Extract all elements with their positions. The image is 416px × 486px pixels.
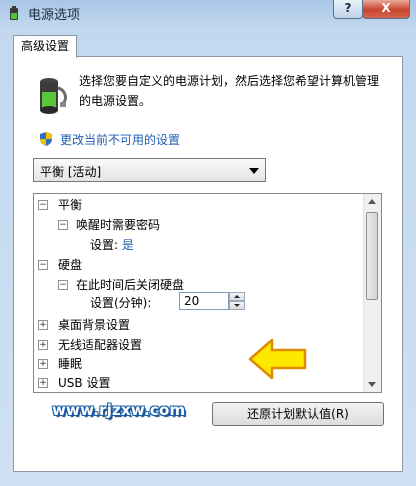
tree-item-label: 在此时间后关闭硬盘 [76,278,185,292]
title-bar[interactable]: 电源选项 ? X [0,0,416,28]
scroll-down-arrow-icon[interactable] [368,382,376,387]
help-button[interactable]: ? [333,0,363,19]
collapse-icon[interactable]: − [58,220,68,230]
collapse-icon[interactable]: − [58,280,68,290]
change-unavailable-settings-link[interactable]: 更改当前不可用的设置 [60,131,180,148]
settings-tree[interactable]: − 平衡 − 唤醒时需要密码 设置: 是 − 硬盘 − 在此时间后关闭硬盘 设置… [33,193,382,393]
battery-icon [40,78,67,114]
spin-up-button[interactable] [229,292,245,301]
chevron-down-icon [249,168,259,174]
expand-icon[interactable]: + [38,320,48,330]
power-options-icon [10,6,18,20]
setting-label: 设置(分钟): [90,296,152,310]
advanced-settings-panel: 选择您要自定义的电源计划，然后选择您希望计算机管理的电源设置。 更改当前不可用的… [13,56,403,472]
watermark-text: www.rjzxw.com [52,401,186,419]
expand-icon[interactable]: + [38,359,48,369]
expand-icon[interactable]: + [38,340,48,350]
expand-icon[interactable]: + [38,378,48,388]
tree-item-label: 睡眠 [58,357,83,371]
collapse-icon[interactable]: − [38,200,48,210]
setting-value-link[interactable]: 是 [122,238,134,252]
tree-item-wake-password-setting[interactable]: 设置: 是 [90,235,134,255]
window-title: 电源选项 [28,8,81,23]
tree-item-label: 唤醒时需要密码 [76,218,161,232]
tree-item-label: 硬盘 [58,258,83,272]
yellow-arrow-annotation [248,338,307,380]
tree-item-disk-minutes-setting: 设置(分钟): [90,293,151,313]
power-options-window: 电源选项 ? X 高级设置 选择您要自定义的电源计划，然后选择您希望计算机管理的… [0,0,416,486]
tree-item-label: 桌面背景设置 [58,318,131,332]
tab-advanced-settings[interactable]: 高级设置 [13,35,77,58]
spin-down-button[interactable] [229,301,245,310]
scroll-up-arrow-icon[interactable] [368,199,376,204]
power-plan-select[interactable]: 平衡 [活动] [33,158,266,182]
collapse-icon[interactable]: − [38,260,48,270]
tree-item-label: 平衡 [58,198,83,212]
power-plan-select-value: 平衡 [活动] [40,165,102,179]
scrollbar-thumb[interactable] [366,212,378,300]
tree-scrollbar[interactable] [363,194,381,392]
setting-label: 设置: [90,238,119,252]
tree-item-label: 无线适配器设置 [58,338,143,352]
minutes-spin-input[interactable]: 20 [179,292,229,310]
intro-text: 选择您要自定义的电源计划，然后选择您希望计算机管理的电源设置。 [79,74,380,108]
uac-shield-icon [40,132,52,146]
close-button[interactable]: X [362,0,410,19]
tree-item-label: USB 设置 [58,376,111,390]
restore-defaults-button[interactable]: 还原计划默认值(R) [212,402,384,426]
